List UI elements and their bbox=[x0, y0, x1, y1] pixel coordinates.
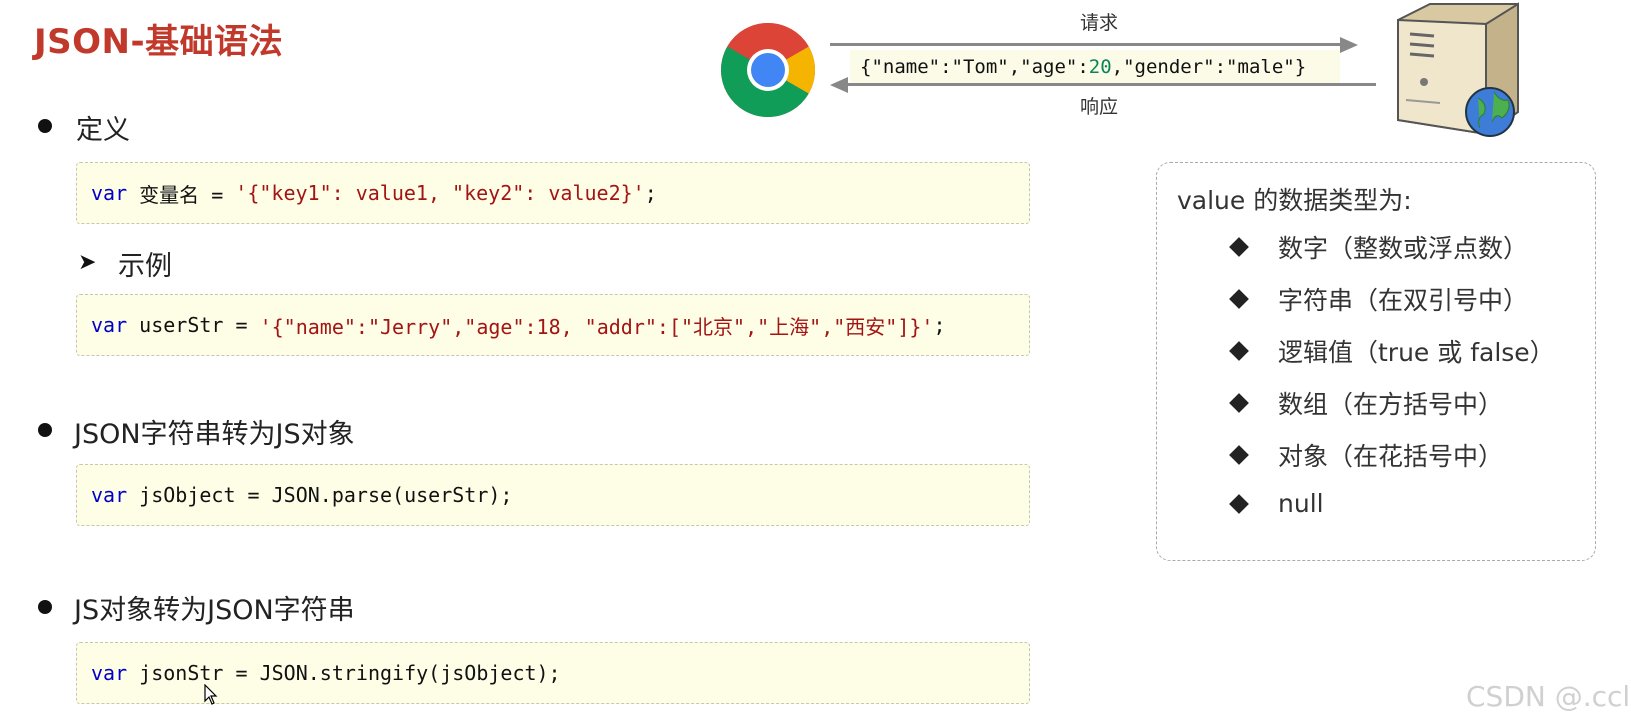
request-label: 请求 bbox=[1080, 12, 1119, 34]
chrome-browser-icon bbox=[721, 23, 815, 117]
value-type-label: null bbox=[1278, 489, 1324, 518]
heading-parse: JSON字符串转为JS对象 bbox=[74, 419, 355, 450]
diamond-bullet-icon bbox=[1229, 393, 1249, 413]
value-type-item: null bbox=[1229, 489, 1324, 518]
page-title: JSON-基础语法 bbox=[34, 22, 284, 62]
code-keyword: var bbox=[91, 661, 128, 685]
code-parse: var jsObject = JSON.parse(userStr); bbox=[76, 464, 1030, 526]
diamond-bullet-icon bbox=[1229, 445, 1249, 465]
value-type-item: 数组（在方括号中） bbox=[1229, 385, 1504, 421]
value-type-label: 字符串（在双引号中） bbox=[1278, 286, 1529, 315]
code-end: ; bbox=[644, 181, 657, 205]
arrow-bullet-icon: ➤ bbox=[78, 250, 97, 275]
code-rest: jsObject = JSON.parse(userStr); bbox=[127, 483, 513, 507]
watermark: CSDN @.ccl bbox=[1466, 680, 1631, 713]
code-keyword: var bbox=[91, 181, 128, 205]
value-type-label: 数组（在方括号中） bbox=[1278, 390, 1504, 419]
code-variable: userStr = bbox=[127, 313, 260, 337]
mouse-cursor-icon bbox=[204, 684, 218, 705]
value-type-item: 对象（在花括号中） bbox=[1229, 437, 1504, 473]
web-server-icon bbox=[1397, 2, 1519, 137]
response-label: 响应 bbox=[1080, 96, 1119, 118]
code-variable: 变量名 = bbox=[127, 182, 236, 207]
value-type-label: 逻辑值（true 或 false） bbox=[1278, 338, 1555, 367]
bullet-parse bbox=[38, 423, 52, 437]
value-type-item: 逻辑值（true 或 false） bbox=[1229, 333, 1555, 369]
request-arrow bbox=[830, 43, 1342, 46]
code-definition: var 变量名 = '{"key1": value1, "key2": valu… bbox=[76, 162, 1030, 224]
json-example: {"name":"Tom","age": 20 ,"gender":"male"} bbox=[850, 50, 1340, 84]
bullet-definition bbox=[38, 119, 52, 133]
code-string: '{"name":"Jerry","age":18, "addr":["北京",… bbox=[259, 314, 934, 339]
value-type-item: 字符串（在双引号中） bbox=[1229, 281, 1529, 317]
heading-stringify: JS对象转为JSON字符串 bbox=[74, 595, 355, 626]
bullet-stringify bbox=[38, 600, 52, 614]
code-keyword: var bbox=[91, 483, 128, 507]
value-types-title: value 的数据类型为: bbox=[1177, 186, 1412, 215]
diamond-bullet-icon bbox=[1229, 237, 1249, 257]
diamond-bullet-icon bbox=[1229, 289, 1249, 309]
heading-definition: 定义 bbox=[76, 115, 130, 146]
code-stringify: var jsonStr = JSON.stringify(jsObject); bbox=[76, 642, 1030, 704]
heading-example: 示例 bbox=[118, 251, 172, 282]
code-rest: jsonStr = JSON.stringify(jsObject); bbox=[127, 661, 561, 685]
code-keyword: var bbox=[91, 313, 128, 337]
value-type-label: 数字（整数或浮点数） bbox=[1278, 234, 1529, 263]
value-type-label: 对象（在花括号中） bbox=[1278, 442, 1504, 471]
code-string: '{"key1": value1, "key2": value2}' bbox=[235, 181, 645, 205]
value-type-item: 数字（整数或浮点数） bbox=[1229, 229, 1529, 265]
diamond-bullet-icon bbox=[1229, 341, 1249, 361]
request-arrow-head bbox=[1340, 37, 1358, 53]
value-types-panel: value 的数据类型为: 数字（整数或浮点数） 字符串（在双引号中） 逻辑值（… bbox=[1156, 162, 1596, 561]
code-example: var userStr = '{"name":"Jerry","age":18,… bbox=[76, 294, 1030, 356]
json-part-1: {"name":"Tom","age": bbox=[860, 56, 1089, 78]
json-age-number: 20 bbox=[1088, 56, 1112, 78]
code-end: ; bbox=[933, 313, 946, 337]
diamond-bullet-icon bbox=[1229, 493, 1249, 514]
response-arrow bbox=[846, 83, 1376, 86]
json-part-2: ,"gender":"male"} bbox=[1111, 56, 1307, 78]
